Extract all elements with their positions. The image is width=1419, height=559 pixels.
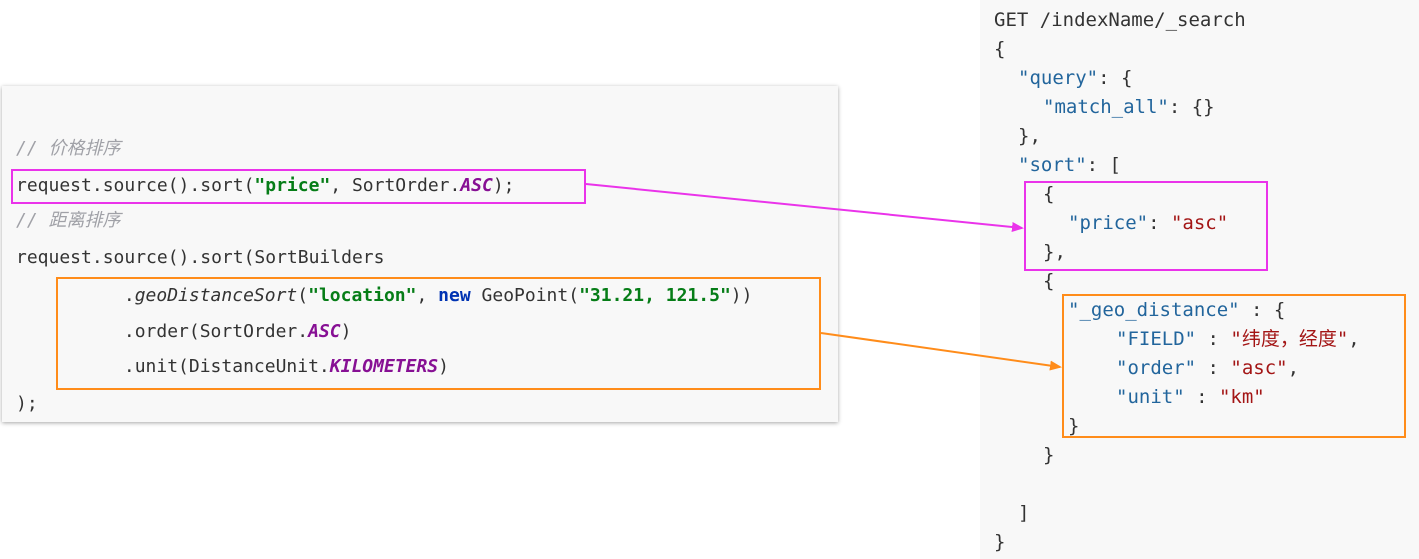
price-arrow: [585, 183, 1024, 232]
connector-arrows: [585, 183, 1062, 371]
geo-arrow: [820, 332, 1062, 371]
